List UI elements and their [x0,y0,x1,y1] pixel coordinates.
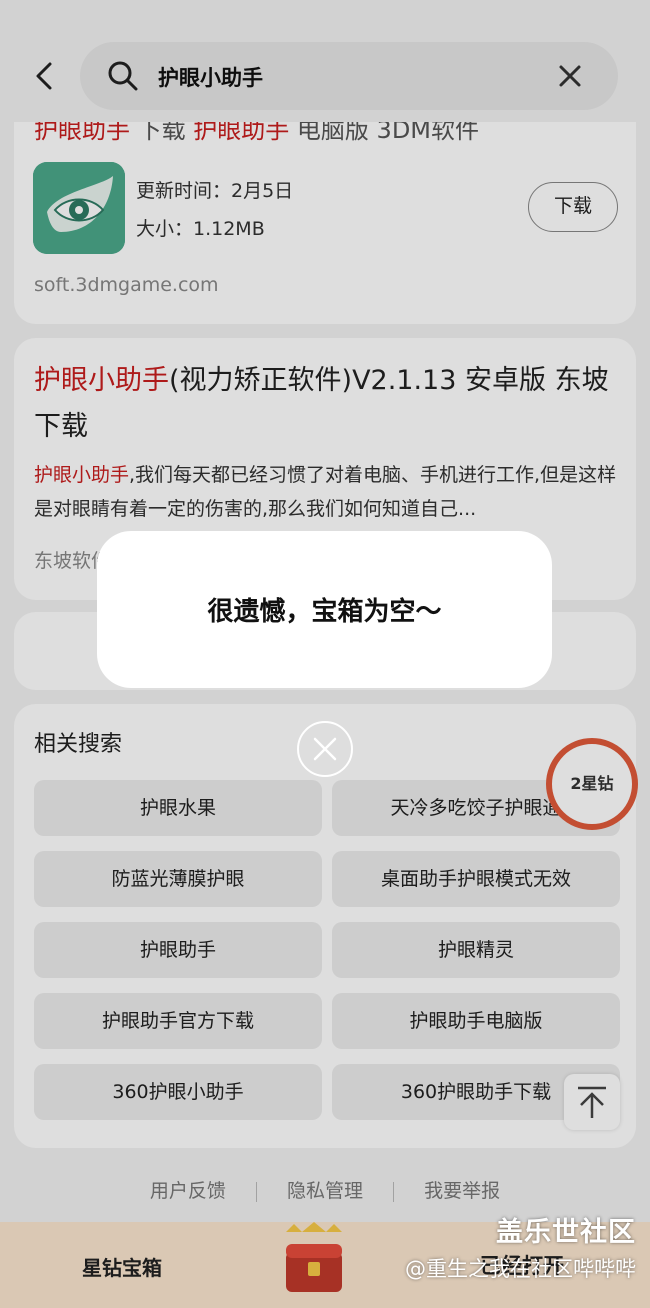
close-dialog-button[interactable] [297,721,353,777]
search-results-screen: 护眼小助手 护眼助手 下载 护眼助手 电脑版 3DM软件 更新时间：2月5日 大… [0,0,650,1308]
watermark-author: @重生之我在社区哔哔哔 [405,1257,636,1281]
watermark: 盖乐世社区 @重生之我在社区哔哔哔 [405,1210,636,1283]
dialog-message: 很遗憾，宝箱为空～ [207,597,442,627]
empty-chest-dialog: 很遗憾，宝箱为空～ [97,531,552,688]
close-circle-icon [313,737,337,761]
watermark-title: 盖乐世社区 [496,1217,636,1248]
